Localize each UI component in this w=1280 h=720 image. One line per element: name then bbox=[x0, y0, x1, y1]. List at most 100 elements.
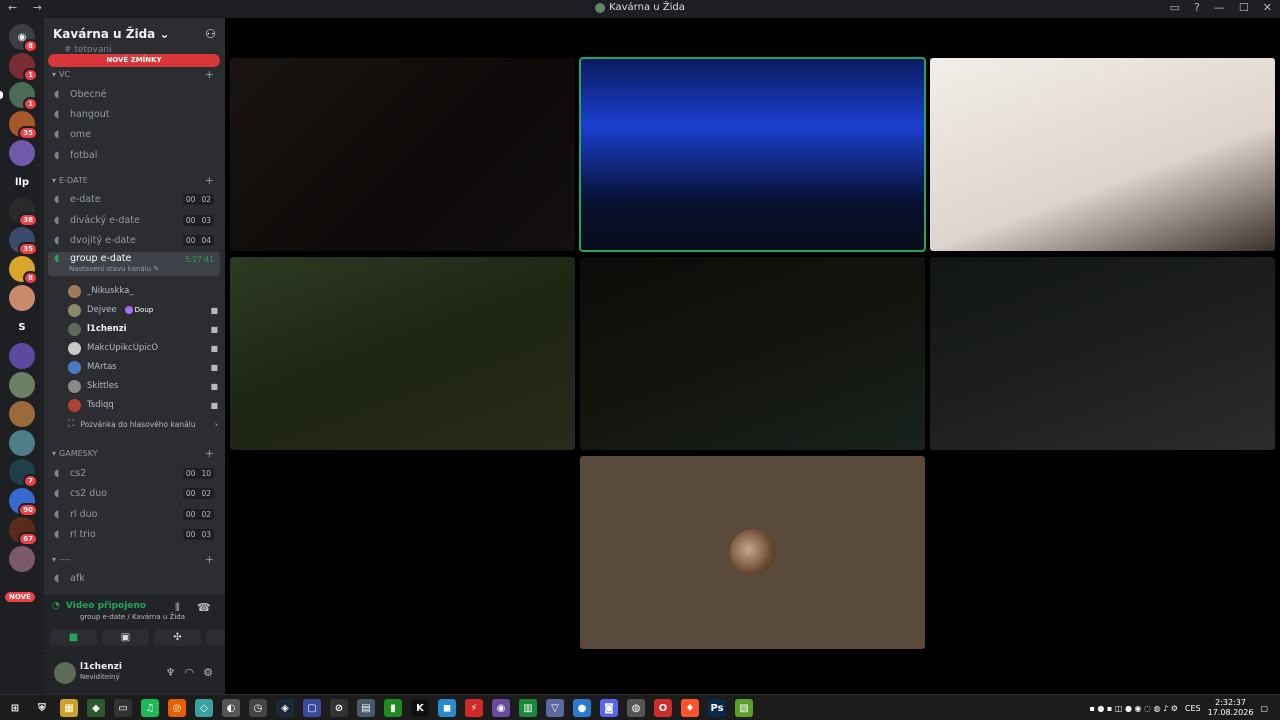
taskbar-app-icon[interactable]: ▤ bbox=[357, 699, 375, 717]
voice-channel[interactable]: ◖ afk bbox=[48, 569, 220, 587]
category-header[interactable]: ▾ ---- + bbox=[52, 553, 218, 566]
video-tile[interactable] bbox=[930, 58, 1275, 251]
server-icon[interactable]: ◉ 8 bbox=[9, 24, 38, 53]
server-icon[interactable] bbox=[9, 372, 35, 398]
video-tile[interactable] bbox=[930, 257, 1275, 450]
server-icon[interactable] bbox=[9, 430, 35, 456]
new-mentions-banner[interactable]: NOVÉ ZMÍNKY bbox=[48, 54, 220, 67]
tray-icons[interactable]: ▪ ● ▪ ◫ ● ◉ ◌ ◍ ♪ ⚙ bbox=[1089, 704, 1177, 713]
voice-user[interactable]: Tsdiqq ■ bbox=[68, 396, 220, 414]
settings-gear-icon[interactable]: ⚙ bbox=[203, 666, 213, 679]
voice-channel[interactable]: ◖ cs2 duo 00 02 bbox=[48, 484, 220, 502]
taskbar-app-icon[interactable]: ◆ bbox=[87, 699, 105, 717]
microphone-icon[interactable]: ♆ bbox=[166, 666, 176, 679]
voice-channel-active[interactable]: ◖ group e-date 5:27:41 Nastavení stavu kaná… bbox=[48, 252, 220, 276]
taskbar-app-icon[interactable]: O bbox=[654, 699, 672, 717]
taskbar-app-icon[interactable]: ▭ bbox=[114, 699, 132, 717]
server-icon[interactable]: llp bbox=[9, 169, 35, 195]
language-indicator[interactable]: CES bbox=[1185, 704, 1201, 713]
add-channel-icon[interactable]: + bbox=[205, 553, 214, 566]
clock[interactable]: 2:32:37 17.08.2026 bbox=[1208, 698, 1254, 718]
server-icon[interactable]: 35 bbox=[9, 227, 38, 256]
close-button[interactable]: ✕ bbox=[1263, 1, 1272, 14]
taskbar-app-icon[interactable]: ♦ bbox=[681, 699, 699, 717]
add-channel-icon[interactable]: + bbox=[205, 68, 214, 81]
voice-user[interactable]: l1chenzi ■ bbox=[68, 320, 220, 338]
taskbar-app-icon[interactable]: ◉ bbox=[492, 699, 510, 717]
voice-channel[interactable]: ◖ ome bbox=[48, 125, 220, 143]
voice-channel[interactable]: ◖ Obecné bbox=[48, 85, 220, 103]
invite-voice-link[interactable]: ⛶ Pozvánka do hlasového kanálu › bbox=[68, 415, 220, 433]
taskbar-app-icon[interactable]: ◼ bbox=[438, 699, 456, 717]
screen-share-button[interactable]: ▣ bbox=[102, 629, 149, 646]
voice-channel[interactable]: ◖ divácký e-date 00 03 bbox=[48, 211, 220, 229]
taskbar-app-icon[interactable]: ▽ bbox=[546, 699, 564, 717]
voice-user[interactable]: Skittles ■ bbox=[68, 377, 220, 395]
taskbar-app-icon[interactable]: ⊞ bbox=[6, 699, 24, 717]
nav-arrows[interactable]: ← → bbox=[8, 1, 48, 14]
video-tile[interactable] bbox=[230, 257, 575, 450]
voice-user[interactable]: _Nikuskka_ bbox=[68, 282, 220, 300]
taskbar-app-icon[interactable]: K bbox=[411, 699, 429, 717]
channel-status[interactable]: Nastavení stavu kanálu ✎ bbox=[69, 265, 159, 273]
add-channel-icon[interactable]: + bbox=[205, 447, 214, 460]
server-icon[interactable] bbox=[9, 401, 35, 427]
category-header[interactable]: ▾ e-date + bbox=[52, 174, 218, 187]
voice-channel[interactable]: ◖ cs2 00 10 bbox=[48, 464, 220, 482]
minimize-button[interactable]: — bbox=[1214, 1, 1225, 14]
taskbar-app-icon[interactable]: ▢ bbox=[303, 699, 321, 717]
server-icon[interactable]: 67 bbox=[9, 517, 38, 546]
headphones-icon[interactable]: ◠ bbox=[185, 666, 195, 679]
voice-channel[interactable]: ◖ fotbal bbox=[48, 146, 220, 164]
disconnect-icon[interactable]: ☎ bbox=[197, 601, 211, 614]
help-icon[interactable]: ? bbox=[1194, 1, 1200, 14]
taskbar-app-icon[interactable]: ◎ bbox=[168, 699, 186, 717]
inbox-icon[interactable]: ▭ bbox=[1170, 1, 1180, 14]
voice-channel[interactable]: ◖ rl trio 00 03 bbox=[48, 525, 220, 543]
voice-location[interactable]: group e-date / Kavárna u Žida bbox=[80, 613, 185, 621]
noise-suppression-icon[interactable]: ⦀ bbox=[175, 601, 180, 615]
video-tile[interactable] bbox=[579, 57, 926, 252]
maximize-button[interactable]: ☐ bbox=[1239, 1, 1249, 14]
voice-user[interactable]: Dejvee Doup ■ bbox=[68, 301, 220, 319]
taskbar-app-icon[interactable]: ▧ bbox=[735, 699, 753, 717]
video-tile[interactable] bbox=[230, 58, 575, 251]
voice-channel[interactable]: ◖ rl duo 00 02 bbox=[48, 505, 220, 523]
taskbar-app-icon[interactable]: ◙ bbox=[600, 699, 618, 717]
video-tile[interactable] bbox=[580, 456, 925, 649]
voice-user[interactable]: MArtas ■ bbox=[68, 358, 220, 376]
taskbar-app-icon[interactable]: ⛨ bbox=[33, 699, 51, 717]
server-icon[interactable]: 7 bbox=[9, 459, 38, 488]
taskbar-app-icon[interactable]: ◈ bbox=[276, 699, 294, 717]
server-icon[interactable] bbox=[9, 343, 35, 369]
taskbar-app-icon[interactable]: ◐ bbox=[222, 699, 240, 717]
server-icon[interactable]: 90 bbox=[9, 488, 38, 517]
taskbar-app-icon[interactable]: Ps bbox=[708, 699, 726, 717]
camera-button[interactable]: ■ bbox=[50, 629, 97, 646]
new-servers-badge[interactable]: NOVÉ bbox=[5, 592, 35, 602]
voice-channel[interactable]: ◖ dvojitý e-date 00 04 bbox=[48, 231, 220, 249]
voice-channel[interactable]: ◖ e-date 00 02 bbox=[48, 190, 220, 208]
add-channel-icon[interactable]: + bbox=[205, 174, 214, 187]
taskbar-app-icon[interactable]: ◷ bbox=[249, 699, 267, 717]
activities-button[interactable]: ✣ bbox=[154, 629, 201, 646]
server-icon[interactable]: S bbox=[9, 314, 35, 340]
taskbar-app-icon[interactable]: ● bbox=[573, 699, 591, 717]
voice-user[interactable]: MakcUpikcUpicO ■ bbox=[68, 339, 220, 357]
taskbar-app-icon[interactable]: ⚡ bbox=[465, 699, 483, 717]
server-icon[interactable] bbox=[9, 140, 35, 166]
taskbar-app-icon[interactable]: ▮ bbox=[384, 699, 402, 717]
taskbar-app-icon[interactable]: ▦ bbox=[60, 699, 78, 717]
server-icon[interactable]: 38 bbox=[9, 198, 38, 227]
server-icon[interactable] bbox=[9, 546, 35, 572]
avatar[interactable] bbox=[54, 662, 76, 684]
taskbar-app-icon[interactable]: ▥ bbox=[519, 699, 537, 717]
notifications-icon[interactable]: ▢ bbox=[1260, 704, 1268, 713]
server-icon[interactable]: 1 bbox=[0, 82, 38, 111]
username[interactable]: l1chenzi bbox=[80, 662, 122, 672]
server-icon[interactable]: 8 bbox=[9, 256, 38, 285]
video-tile[interactable] bbox=[580, 257, 925, 450]
server-icon[interactable]: 1 bbox=[9, 53, 38, 82]
taskbar-app-icon[interactable]: ◇ bbox=[195, 699, 213, 717]
add-user-icon[interactable]: ⚇ bbox=[205, 27, 216, 41]
